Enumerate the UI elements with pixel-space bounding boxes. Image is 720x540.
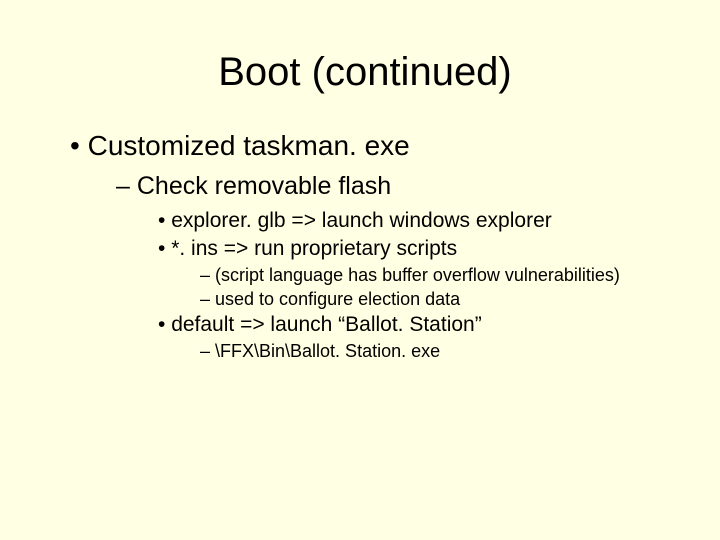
bullet-level3: explorer. glb => launch windows explorer (158, 209, 670, 233)
bullet-level1: Customized taskman. exe (70, 130, 670, 162)
bullet-level4: used to configure election data (200, 289, 670, 310)
bullet-level3: *. ins => run proprietary scripts (158, 237, 670, 261)
bullet-level4: \FFX\Bin\Ballot. Station. exe (200, 341, 670, 362)
slide: Boot (continued) Customized taskman. exe… (0, 0, 720, 540)
bullet-level3: default => launch “Ballot. Station” (158, 313, 670, 337)
slide-title: Boot (continued) (60, 50, 670, 95)
bullet-level4: (script language has buffer overflow vul… (200, 265, 670, 286)
bullet-level2: Check removable flash (116, 172, 670, 201)
